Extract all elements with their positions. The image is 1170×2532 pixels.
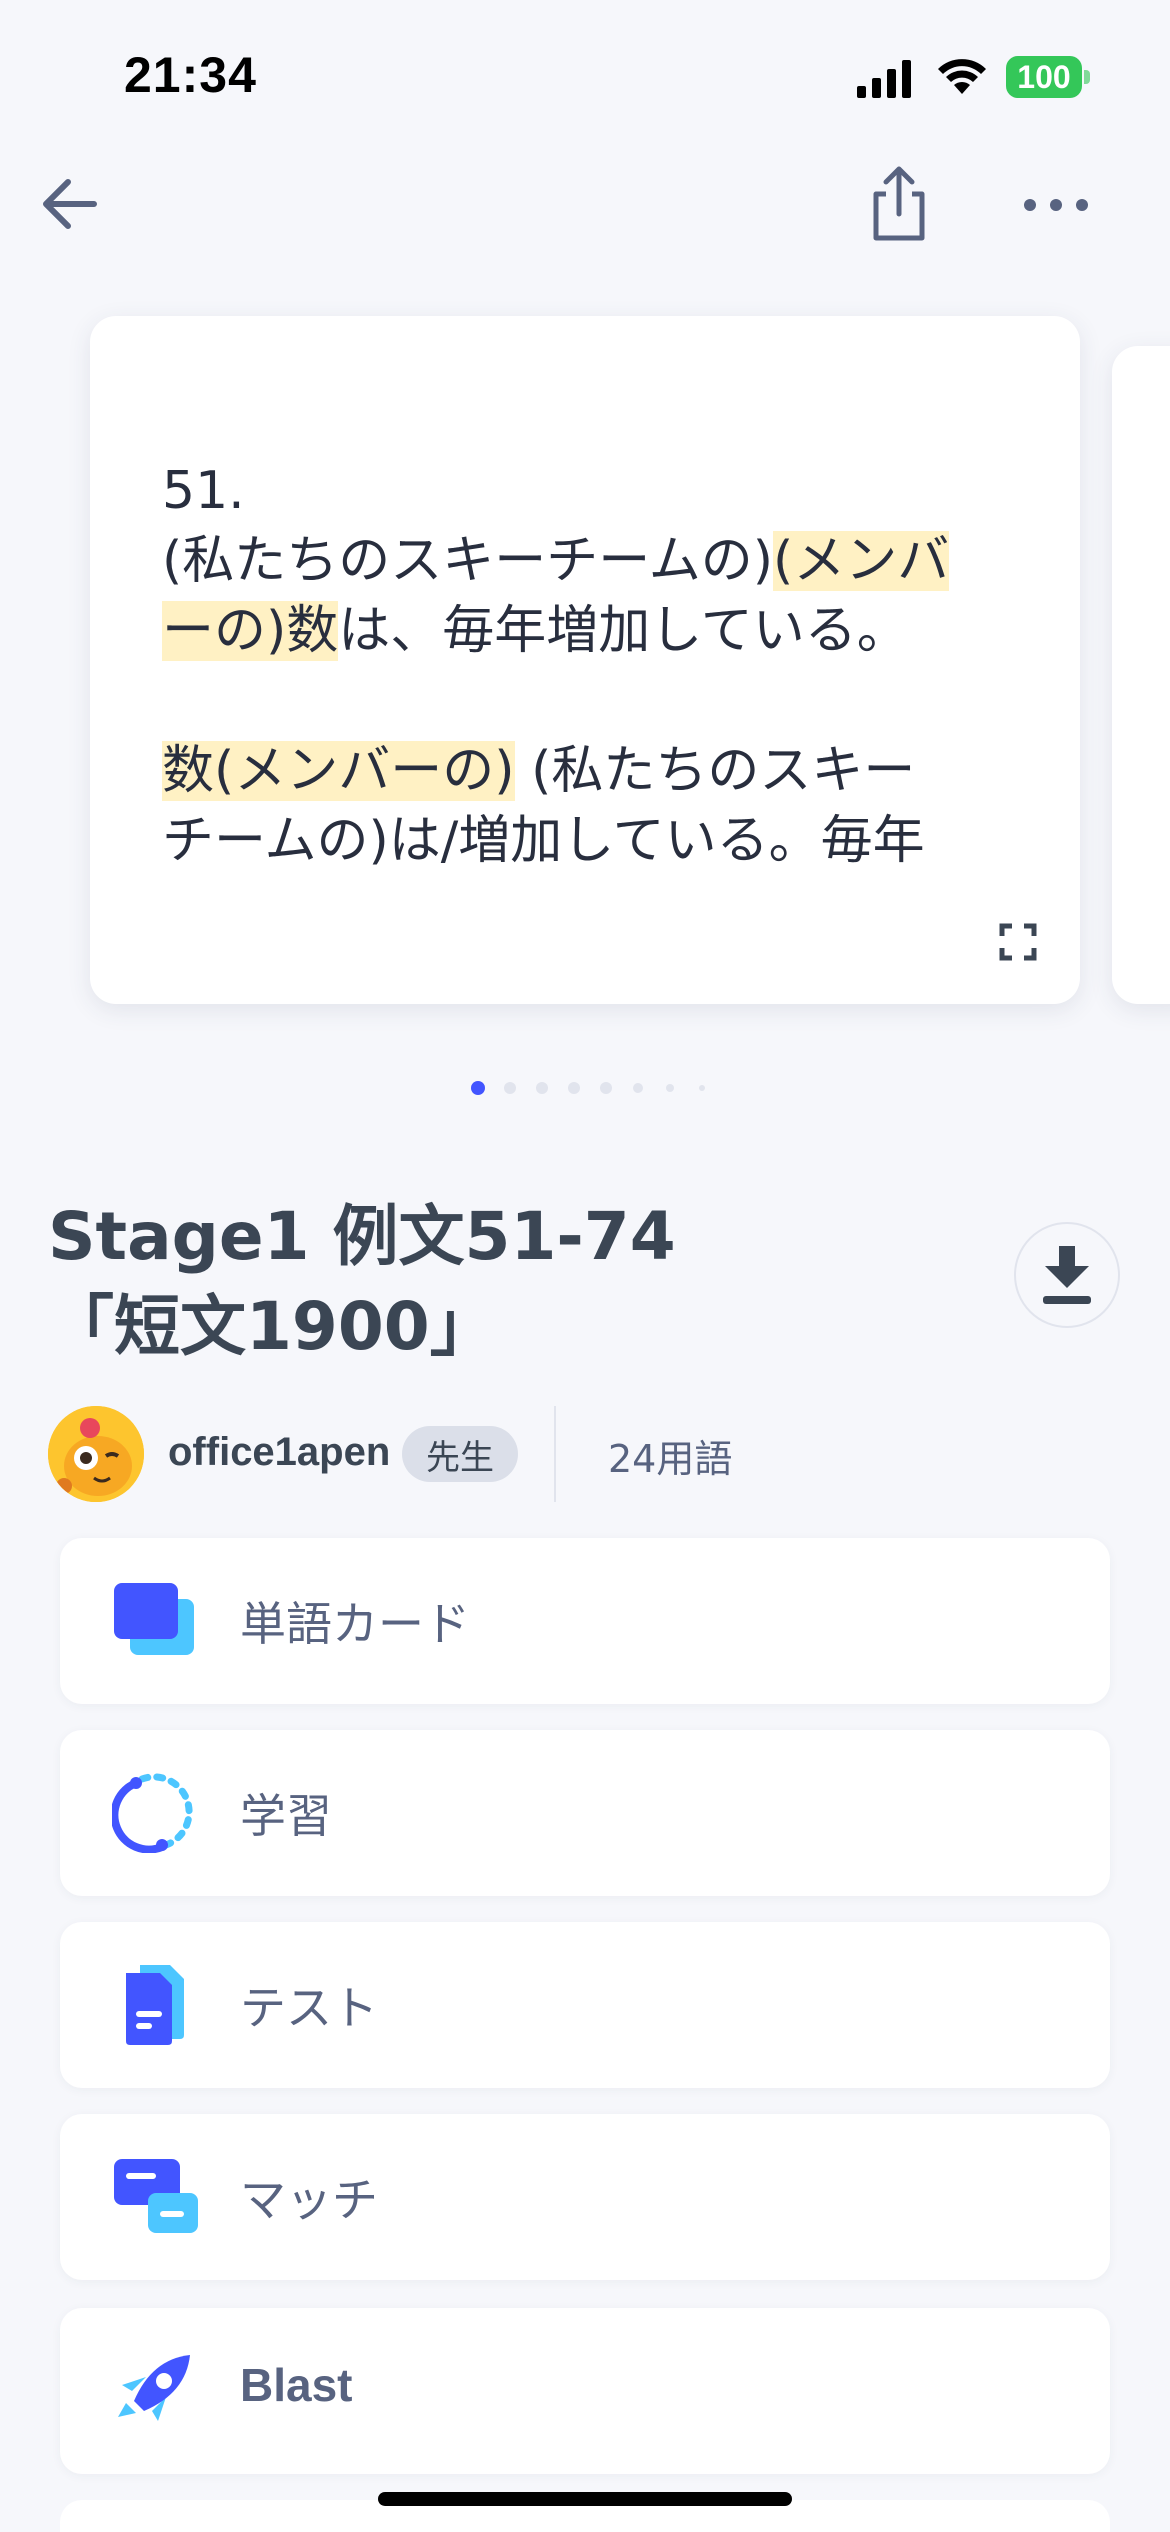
mode-learn[interactable]: 学習 <box>60 1730 1110 1896</box>
next-flashcard-peek[interactable] <box>1112 346 1170 1004</box>
blast-rocket-icon <box>118 2355 190 2421</box>
flashcards-icon <box>114 1583 194 1655</box>
divider <box>554 1406 556 1502</box>
highlighted-text: 数(メンバーの) <box>162 741 515 801</box>
set-title: Stage1 例文51-74 「短文1900」 <box>48 1198 676 1365</box>
pagination-dot <box>558 1080 590 1096</box>
pagination-dot <box>590 1080 622 1096</box>
pagination-dot <box>622 1080 654 1096</box>
wifi-icon <box>938 59 986 94</box>
match-icon <box>114 2159 198 2233</box>
mode-label: 単語カード <box>240 1597 470 1651</box>
battery-cap <box>1084 70 1090 84</box>
download-button[interactable] <box>1014 1222 1120 1328</box>
carousel-pagination <box>462 1080 718 1096</box>
term-count: 24用語 <box>608 1437 733 1481</box>
avatar-image <box>48 1406 144 1502</box>
mode-label: マッチ <box>240 2173 378 2227</box>
pagination-dot <box>526 1080 558 1096</box>
mode-test[interactable]: テスト <box>60 1922 1110 2088</box>
status-time: 21:34 <box>124 47 257 103</box>
mode-label: Blast <box>240 2359 353 2411</box>
mode-label: 学習 <box>240 1789 332 1843</box>
author-name[interactable]: office1apen <box>168 1430 390 1475</box>
card-text-segment: 51. <box>162 461 245 521</box>
flashcard[interactable]: 51. (私たちのスキーチームの)(メンバ ーの)数は、毎年増加している。 数(… <box>90 316 1080 1004</box>
pagination-dot <box>462 1080 494 1096</box>
home-indicator <box>378 2492 792 2506</box>
mode-flashcards[interactable]: 単語カード <box>60 1538 1110 1704</box>
test-icon <box>126 1965 184 2045</box>
teacher-badge: 先生 <box>402 1426 518 1482</box>
status-bar: 21:34 100 <box>0 0 1170 150</box>
author-row: office1apen 先生 24用語 <box>48 1406 1128 1502</box>
card-text-segment: (私たちのスキーチームの) <box>162 531 774 591</box>
learn-icon <box>112 1773 193 1853</box>
more-options-icon[interactable] <box>1018 180 1094 230</box>
share-icon[interactable] <box>862 164 936 244</box>
pagination-dot <box>686 1080 718 1096</box>
mode-label: テスト <box>240 1981 378 2035</box>
expand-icon[interactable] <box>998 922 1038 962</box>
pagination-dot <box>654 1080 686 1096</box>
avatar[interactable] <box>48 1406 144 1502</box>
battery-indicator: 100 <box>1006 56 1082 98</box>
pagination-dot <box>494 1080 526 1096</box>
mode-blast[interactable]: Blast <box>60 2308 1110 2474</box>
back-arrow-icon[interactable] <box>36 168 108 240</box>
download-icon <box>1043 1246 1091 1304</box>
mode-match[interactable]: マッチ <box>60 2114 1110 2280</box>
card-text-segment: は、毎年増加している。 <box>338 601 909 661</box>
cellular-signal-icon <box>857 60 911 98</box>
flashcard-text: 51. (私たちのスキーチームの)(メンバ ーの)数は、毎年増加している。 数(… <box>162 456 1032 876</box>
